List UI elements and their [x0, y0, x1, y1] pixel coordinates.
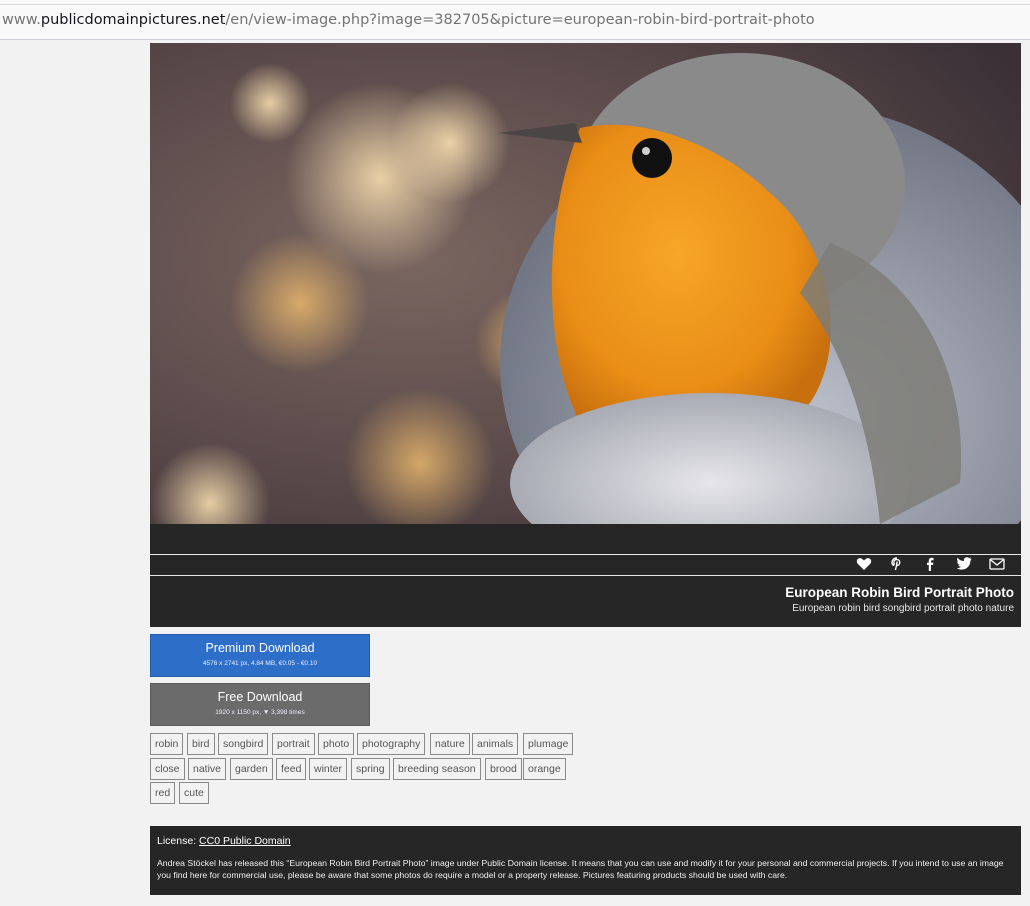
tag[interactable]: brood: [485, 758, 522, 780]
license-line: License: CC0 Public Domain: [157, 835, 1014, 847]
image-title: European Robin Bird Portrait Photo: [785, 585, 1014, 600]
tag[interactable]: spring: [351, 758, 390, 780]
share-bar: [150, 555, 1021, 575]
tag[interactable]: red: [150, 782, 176, 804]
tag[interactable]: animals: [472, 733, 519, 755]
address-bar[interactable]: www.publicdomainpictures.net/en/view-ima…: [0, 0, 1030, 40]
facebook-icon[interactable]: [921, 557, 939, 573]
tag[interactable]: robin: [150, 733, 184, 755]
tag[interactable]: photography: [357, 733, 426, 755]
photo-caption-strip: [150, 524, 1021, 554]
tag[interactable]: winter: [309, 758, 348, 780]
tag[interactable]: native: [188, 758, 227, 780]
premium-download-details: 4576 x 2741 px, 4.84 MB, €0.05 - €0.10: [202, 660, 318, 667]
tag[interactable]: cute: [179, 782, 209, 804]
image-title-box: European Robin Bird Portrait Photo Europ…: [150, 576, 1021, 627]
free-download-details: 1920 x 1150 px, ▼ 3,398 times: [215, 709, 305, 716]
license-link[interactable]: CC0 Public Domain: [199, 835, 291, 847]
premium-download-button[interactable]: Premium Download 4576 x 2741 px, 4.84 MB…: [150, 634, 370, 677]
twitter-icon[interactable]: [955, 557, 973, 573]
free-download-button[interactable]: Free Download 1920 x 1150 px, ▼ 3,398 ti…: [150, 683, 370, 726]
tag[interactable]: photo: [318, 733, 355, 755]
tag[interactable]: nature: [430, 733, 470, 755]
robin-photo[interactable]: [150, 43, 1021, 524]
license-prefix: License:: [157, 835, 200, 847]
image-keywords: European robin bird songbird portrait ph…: [792, 603, 1014, 614]
tag[interactable]: songbird: [218, 733, 269, 755]
free-download-label: Free Download: [217, 690, 303, 704]
url-host: publicdomainpictures.net: [40, 12, 226, 28]
heart-icon[interactable]: [855, 557, 873, 573]
license-text: Andrea Stöckel has released this “Europe…: [157, 858, 1004, 880]
robin-photo-illustration: [150, 43, 1021, 524]
tag[interactable]: portrait: [272, 733, 315, 755]
tag[interactable]: bird: [187, 733, 215, 755]
url-text[interactable]: www.publicdomainpictures.net/en/view-ima…: [2, 12, 815, 28]
pinterest-icon[interactable]: [888, 557, 906, 573]
tag[interactable]: feed: [276, 758, 307, 780]
license-box: License: CC0 Public Domain Andrea Stöcke…: [150, 826, 1021, 895]
tag[interactable]: garden: [230, 758, 273, 780]
tag[interactable]: plumage: [523, 733, 574, 755]
url-prefix: www.: [2, 12, 41, 28]
tag[interactable]: breeding season: [393, 758, 481, 780]
tag[interactable]: close: [150, 758, 185, 780]
url-path: /en/view-image.php?image=382705&picture=…: [225, 12, 815, 28]
tag[interactable]: orange: [523, 758, 566, 780]
mail-icon[interactable]: [988, 557, 1006, 573]
premium-download-label: Premium Download: [205, 641, 315, 655]
tab-divider: [0, 4, 1030, 5]
